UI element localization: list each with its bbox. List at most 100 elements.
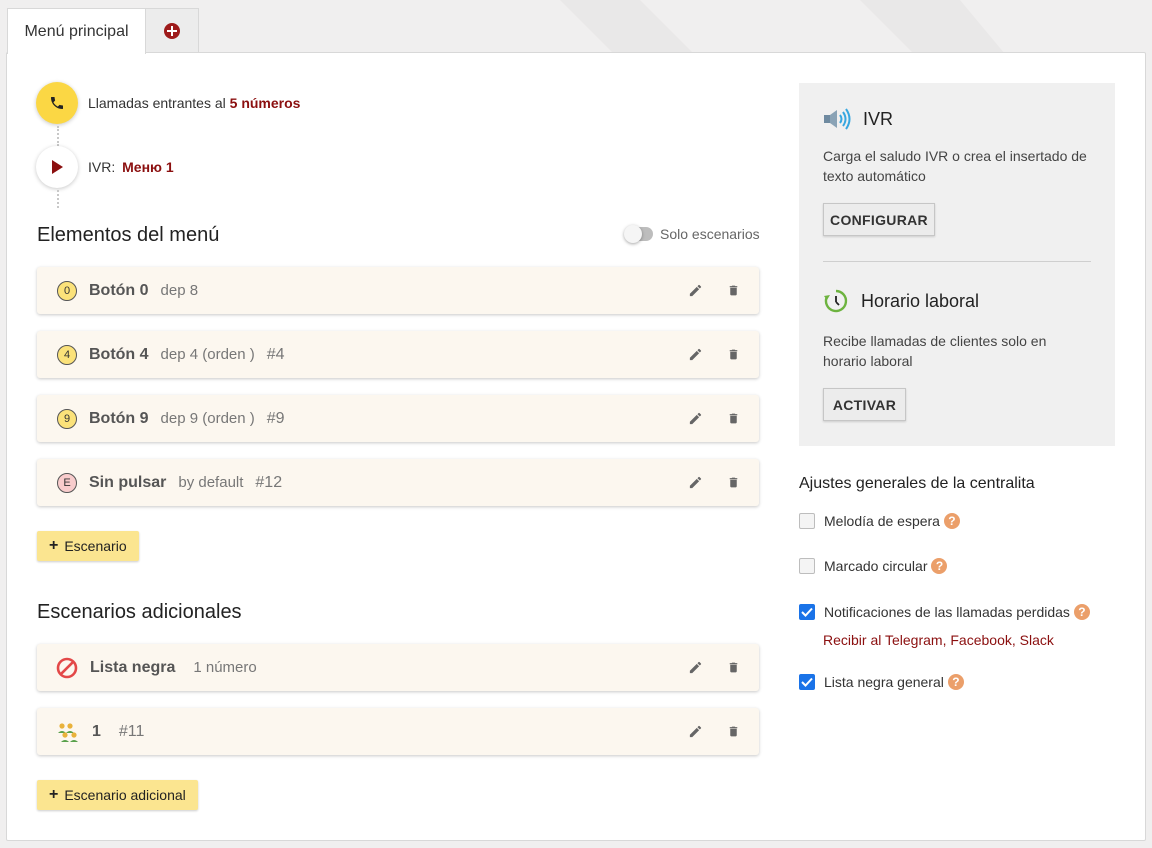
row-name: Sin pulsar [89,473,167,491]
hours-description: Recibe llamadas de clientes solo en hora… [823,333,1047,369]
check-icon [801,607,813,617]
menu-item-row[interactable]: 4 Botón 4 dep 4 (orden ) #4 [37,331,759,378]
row-name: 1 [92,722,101,740]
notification-channels: Recibir al Telegram, Facebook, Slack [823,632,1054,648]
ivr-text: IVR: Меню 1 [88,159,174,175]
phone-icon [36,82,78,124]
edit-icon[interactable] [687,473,703,491]
row-desc: dep 4 (orden ) [160,346,255,363]
activate-button[interactable]: ACTIVAR [823,388,906,421]
incoming-prefix: Llamadas entrantes al [88,95,226,111]
divider [823,261,1091,262]
row-desc: dep 9 (orden ) [160,410,255,427]
flow-connector [57,126,59,146]
toggle-label: Solo escenarios [660,226,760,242]
ivr-node: IVR: Меню 1 [36,146,174,188]
flow-connector [57,190,59,208]
setting-label: Lista negra general [824,674,944,690]
add-circle-icon [164,23,180,39]
edit-icon[interactable] [687,658,703,676]
hours-title-text: Horario laboral [861,290,980,311]
missed-notifications-checkbox[interactable] [799,604,815,620]
telegram-link[interactable]: Telegram [885,632,943,648]
plus-icon: + [49,786,59,803]
button-badge: 9 [57,408,77,429]
trash-icon[interactable] [725,409,741,427]
row-desc: by default [178,474,244,491]
scenarios-only-toggle[interactable]: Solo escenarios [624,225,760,243]
help-icon[interactable]: ? [1073,604,1090,620]
trash-icon[interactable] [725,345,741,363]
setting-hold-music: Melodía de espera ? [799,513,960,529]
row-desc: 1 número [193,659,257,676]
edit-icon[interactable] [687,345,703,363]
add-scenario-label: Escenario [64,538,127,554]
settings-title: Ajustes generales de la centralita [799,475,1035,492]
trash-icon[interactable] [725,281,741,299]
global-blacklist-checkbox[interactable] [799,674,815,690]
button-badge: 4 [57,344,77,365]
trash-icon[interactable] [725,473,741,491]
clock-icon [823,288,849,314]
setting-label: Marcado circular [824,558,928,574]
toggle-switch[interactable] [624,225,653,243]
edit-icon[interactable] [687,722,703,740]
add-additional-scenario-label: Escenario adicional [64,787,186,803]
hold-music-checkbox[interactable] [799,513,815,529]
configure-button[interactable]: CONFIGURAR [823,203,935,236]
help-icon[interactable]: ? [947,674,964,690]
menu-elements-title: Elementos del menú [37,224,220,246]
block-icon [56,657,78,679]
channels-prefix: Recibir al [823,632,882,648]
button-badge: 0 [57,280,77,301]
trash-icon[interactable] [725,658,741,676]
row-name: Botón 9 [89,409,149,427]
additional-scenarios-title: Escenarios adicionales [37,601,242,623]
edit-icon[interactable] [687,281,703,299]
scenario-row[interactable]: 1 #11 [37,708,759,755]
circular-dial-checkbox[interactable] [799,558,815,574]
ivr-prefix: IVR: [88,159,116,175]
check-icon [801,677,813,687]
setting-label: Notificaciones de las llamadas perdidas [824,604,1070,620]
trash-icon[interactable] [725,722,741,740]
edit-icon[interactable] [687,409,703,427]
ivr-description: Carga el saludo IVR o crea el insertado … [823,148,1087,184]
tab-add[interactable] [146,8,199,53]
row-hash: #12 [255,473,283,491]
speaker-icon [823,108,851,130]
menu-item-row[interactable]: 9 Botón 9 dep 9 (orden ) #9 [37,395,759,442]
row-hash: #9 [266,409,285,427]
help-icon[interactable]: ? [931,558,948,574]
row-name: Lista negra [90,658,176,676]
ivr-menu-link[interactable]: Меню 1 [122,159,174,175]
ivr-box-title: IVR [823,108,893,130]
button-badge: E [57,472,77,493]
row-hash: #4 [266,345,285,363]
setting-circular-dial: Marcado circular ? [799,558,948,574]
row-hash: #11 [118,722,145,740]
setting-label: Melodía de espera [824,513,940,529]
help-icon[interactable]: ? [943,513,960,529]
facebook-link[interactable]: Facebook [950,632,1011,648]
add-additional-scenario-button[interactable]: + Escenario adicional [37,780,198,810]
group-icon [56,721,82,743]
row-desc: dep 8 [160,282,199,299]
setting-missed-notifications: Notificaciones de las llamadas perdidas … [799,604,1090,620]
hours-box-title: Horario laboral [823,288,979,314]
ivr-title-text: IVR [863,108,894,129]
incoming-calls-node: Llamadas entrantes al 5 números [36,82,300,124]
row-name: Botón 0 [89,281,149,299]
slack-link[interactable]: Slack [1020,632,1054,648]
row-name: Botón 4 [89,345,149,363]
scenario-row[interactable]: Lista negra 1 número [37,644,759,691]
play-icon [36,146,78,188]
add-scenario-button[interactable]: + Escenario [37,531,139,561]
menu-item-row[interactable]: E Sin pulsar by default #12 [37,459,759,506]
menu-item-row[interactable]: 0 Botón 0 dep 8 [37,267,759,314]
incoming-numbers-link[interactable]: 5 números [230,95,301,111]
tab-bar: Menú principal [7,8,199,54]
plus-icon: + [49,537,59,554]
tab-main-menu[interactable]: Menú principal [7,8,146,54]
incoming-calls-text: Llamadas entrantes al 5 números [88,95,300,111]
